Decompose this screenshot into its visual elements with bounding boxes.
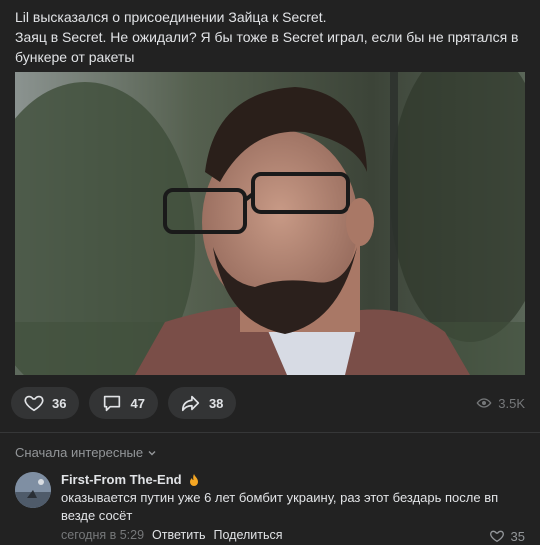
like-count: 36 xyxy=(52,395,67,411)
comment-text-line: оказывается путин уже 6 лет бомбит украи… xyxy=(61,490,499,505)
comments-sort-label: Сначала интересные xyxy=(15,445,144,460)
heart-icon xyxy=(23,392,45,414)
views-counter: 3.5K xyxy=(476,395,525,411)
avatar[interactable] xyxy=(15,472,51,508)
comment-icon xyxy=(101,392,123,414)
like-button[interactable]: 36 xyxy=(11,387,80,419)
post-photo[interactable] xyxy=(15,72,525,375)
eye-icon xyxy=(476,395,492,411)
post-photo-image xyxy=(15,72,525,375)
comment-author-name[interactable]: First-From The-End xyxy=(61,472,182,487)
comment-meta: сегодня в 5:29 Ответить Поделиться xyxy=(61,528,283,542)
share-comment-button[interactable]: Поделиться xyxy=(213,528,282,542)
comment-text: оказывается путин уже 6 лет бомбит украи… xyxy=(61,489,526,525)
share-icon xyxy=(180,392,202,414)
comments-sort-dropdown[interactable]: Сначала интересные xyxy=(15,445,157,460)
post-actions: 36 47 38 xyxy=(11,387,237,419)
post-text: Lil высказался о присоединении Зайца к S… xyxy=(15,7,530,67)
share-button[interactable]: 38 xyxy=(167,387,237,419)
heart-icon xyxy=(489,528,505,544)
post-text-line: бункере от ракеты xyxy=(15,49,135,65)
comment-text-line: везде сосёт xyxy=(61,508,133,523)
comment-like-count: 35 xyxy=(510,528,525,544)
fire-icon xyxy=(187,473,201,487)
post-text-line: Заяц в Secret. Не ожидали? Я бы тоже в S… xyxy=(15,29,519,45)
comment-like-button[interactable]: 35 xyxy=(489,528,525,544)
views-count: 3.5K xyxy=(498,395,525,411)
comment-time[interactable]: сегодня в 5:29 xyxy=(61,528,144,542)
avatar-image xyxy=(15,472,51,508)
comment-count: 47 xyxy=(130,395,145,411)
divider xyxy=(0,432,540,433)
share-count: 38 xyxy=(208,395,224,411)
reply-button[interactable]: Ответить xyxy=(152,528,205,542)
comment-author[interactable]: First-From The-End xyxy=(61,472,201,487)
chevron-down-icon xyxy=(147,448,157,458)
comment-button[interactable]: 47 xyxy=(89,387,158,419)
post-text-line: Lil высказался о присоединении Зайца к S… xyxy=(15,9,327,25)
